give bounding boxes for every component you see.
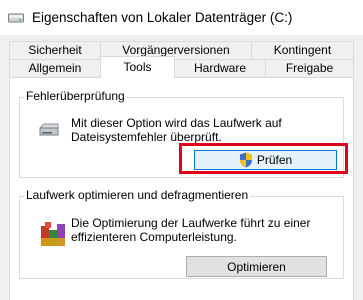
tab-hardware[interactable]: Hardware: [174, 59, 266, 78]
check-button[interactable]: Prüfen: [194, 150, 337, 170]
drive-icon: [8, 13, 24, 23]
window-title: Eigenschaften von Lokaler Datenträger (C…: [32, 10, 293, 25]
tab-freigabe[interactable]: Freigabe: [265, 59, 354, 78]
optimize-description-1: Die Optimierung der Laufwerke führt zu e…: [71, 216, 311, 230]
optimize-button-label: Optimieren: [227, 259, 286, 274]
error-check-group: Fehlerüberprüfung Mit dieser Option wird…: [19, 89, 344, 178]
optimize-button[interactable]: Optimieren: [186, 256, 327, 277]
hard-drive-icon: [39, 123, 59, 136]
error-check-heading: Fehlerüberprüfung: [24, 89, 127, 103]
tab-sicherheit[interactable]: Sicherheit: [9, 41, 101, 60]
tools-panel: Fehlerüberprüfung Mit dieser Option wird…: [9, 77, 354, 300]
title-bar: Eigenschaften von Lokaler Datenträger (C…: [0, 0, 363, 35]
error-check-description-1: Mit dieser Option wird das Laufwerk auf: [71, 116, 282, 130]
error-check-description-2: Dateisystemfehler überprüft.: [71, 130, 222, 144]
optimize-group: Laufwerk optimieren und defragmentieren …: [19, 188, 344, 279]
optimize-heading: Laufwerk optimieren und defragmentieren: [24, 188, 251, 202]
tab-tools[interactable]: Tools: [100, 56, 175, 78]
tab-allgemein[interactable]: Allgemein: [9, 59, 101, 78]
tab-kontingent[interactable]: Kontingent: [251, 41, 354, 60]
uac-shield-icon: [239, 152, 252, 168]
optimize-description-2: effizienteren Computerleistung.: [71, 230, 237, 244]
defrag-icon: [41, 222, 65, 246]
check-button-label: Prüfen: [256, 153, 293, 167]
